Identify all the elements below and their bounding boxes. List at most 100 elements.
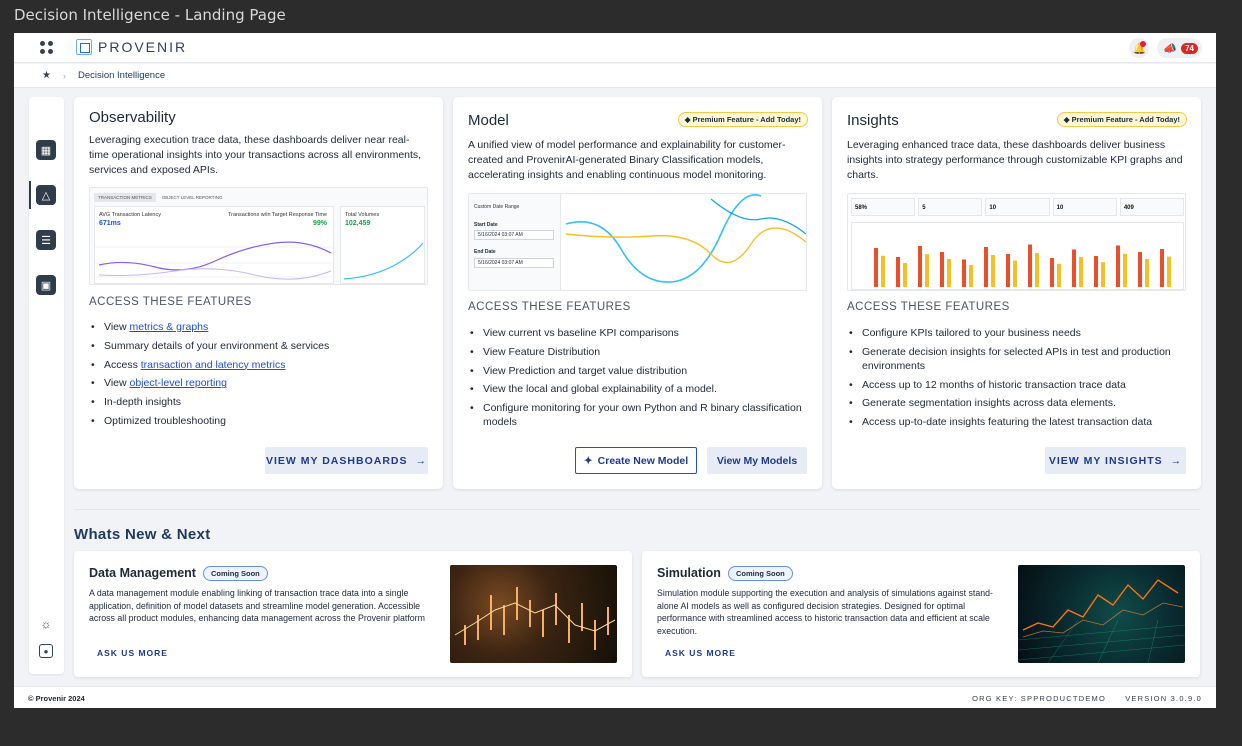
notifications-button[interactable]: 🔔 bbox=[1129, 38, 1150, 58]
metrics-graphs-link[interactable]: metrics & graphs bbox=[130, 321, 209, 333]
preview-panel-right: Total Volumes 102,459 bbox=[340, 206, 425, 284]
preview-bar bbox=[991, 255, 995, 287]
provenir-logo[interactable]: PROVENIR bbox=[76, 39, 187, 55]
view-models-button[interactable]: View My Models bbox=[707, 447, 807, 474]
object-level-reporting-link[interactable]: object-level reporting bbox=[130, 377, 227, 389]
favorite-star-icon[interactable]: ★ bbox=[42, 70, 51, 81]
preview-metric-label: AVG Transaction Latency bbox=[99, 212, 161, 218]
premium-label: Premium Feature - Add Today! bbox=[692, 115, 801, 124]
preview-bar bbox=[1028, 244, 1032, 287]
nav-insights-button[interactable]: ☰ bbox=[36, 230, 56, 250]
preview-bar bbox=[984, 247, 988, 287]
preview-bar bbox=[1160, 249, 1164, 287]
list-item: Configure monitoring for your own Python… bbox=[468, 401, 802, 429]
diamond-icon: ◆ bbox=[1063, 115, 1072, 124]
preview-panel-left: AVG Transaction Latency 671ms Transactio… bbox=[94, 206, 335, 284]
observability-preview: TRANSACTION METRICS OBJECT LEVEL REPORTI… bbox=[89, 187, 428, 285]
preview-kpi-tile: 409 bbox=[1119, 198, 1185, 216]
preview-bar bbox=[881, 255, 885, 287]
app-launcher-icon[interactable] bbox=[40, 41, 54, 55]
arrow-right-icon: → bbox=[1170, 454, 1183, 467]
card-description: Leveraging enhanced trace data, these da… bbox=[847, 139, 1183, 181]
premium-feature-badge[interactable]: ◆ Premium Feature - Add Today! bbox=[677, 112, 808, 127]
view-dashboards-button[interactable]: VIEW MY DASHBOARDS → bbox=[265, 447, 428, 474]
button-label: Create New Model bbox=[597, 454, 689, 467]
model-card: Model ◆ Premium Feature - Add Today! A u… bbox=[453, 97, 822, 489]
preview-bar bbox=[1094, 256, 1098, 287]
card-title: Observability bbox=[89, 109, 176, 126]
announcements-button[interactable]: 📣 74 bbox=[1157, 38, 1202, 58]
sun-icon: ☼ bbox=[40, 617, 52, 631]
preview-tab: TRANSACTION METRICS bbox=[94, 193, 156, 202]
premium-feature-badge[interactable]: ◆ Premium Feature - Add Today! bbox=[1056, 112, 1187, 127]
chevron-right-icon: › bbox=[62, 70, 66, 81]
preview-bar bbox=[918, 246, 922, 287]
observability-card: Observability Leveraging execution trace… bbox=[74, 97, 443, 489]
preview-kpi-row: 58% 5 10 10 409 bbox=[851, 198, 1185, 216]
preview-bar bbox=[969, 265, 973, 287]
sparkle-icon: ✦ bbox=[583, 454, 593, 467]
news-title: Data Management bbox=[89, 566, 196, 580]
premium-label: Premium Feature - Add Today! bbox=[1071, 115, 1180, 124]
list-item: View Feature Distribution bbox=[468, 345, 802, 359]
notification-count-badge: 74 bbox=[1181, 42, 1198, 54]
insights-preview: 58% 5 10 10 409 bbox=[847, 193, 1186, 291]
window-title: Decision Intelligence - Landing Page bbox=[14, 6, 286, 24]
preview-volume-chart bbox=[343, 242, 424, 280]
coming-soon-badge: Coming Soon bbox=[203, 566, 268, 581]
news-description: A data management module enabling linkin… bbox=[89, 588, 425, 623]
nav-observability-button[interactable]: ▦ bbox=[36, 140, 56, 160]
whats-new-heading: Whats New & Next bbox=[74, 526, 211, 543]
theme-toggle-button[interactable]: ☼ bbox=[39, 617, 53, 631]
preview-kpi-tile: 10 bbox=[985, 198, 1050, 216]
org-key: ORG KEY: SPPRODUCTDEMO bbox=[972, 694, 1106, 703]
preview-bar bbox=[903, 263, 907, 287]
news-title: Simulation bbox=[657, 566, 721, 580]
preview-bar bbox=[1006, 254, 1010, 287]
preview-bar bbox=[940, 252, 944, 287]
model-preview: Custom Date Range Start Date 5/16/2024 0… bbox=[468, 193, 807, 291]
briefcase-icon: ▣ bbox=[40, 279, 52, 292]
access-features-label: ACCESS THESE FEATURES bbox=[847, 301, 1010, 313]
list-item: Generate decision insights for selected … bbox=[847, 345, 1181, 373]
preview-bar bbox=[1101, 262, 1105, 287]
list-item: View Prediction and target value distrib… bbox=[468, 364, 802, 378]
list-item: View object-level reporting bbox=[89, 376, 423, 390]
transaction-latency-link[interactable]: transaction and latency metrics bbox=[141, 359, 286, 371]
preview-bar bbox=[1013, 260, 1017, 287]
preview-bar bbox=[1167, 256, 1171, 287]
coming-soon-badge: Coming Soon bbox=[728, 566, 793, 581]
nav-model-button[interactable]: △ bbox=[36, 185, 56, 205]
preview-metric-value: 102,459 bbox=[345, 220, 371, 227]
arrow-right-icon: → bbox=[415, 454, 427, 467]
preview-end-label: End Date bbox=[474, 249, 496, 255]
view-insights-button[interactable]: VIEW MY INSIGHTS → bbox=[1045, 447, 1186, 474]
access-features-label: ACCESS THESE FEATURES bbox=[89, 296, 252, 308]
create-new-model-button[interactable]: ✦ Create New Model bbox=[575, 447, 697, 474]
button-label: View My Models bbox=[716, 454, 798, 467]
list-item: View the local and global explainability… bbox=[468, 382, 802, 396]
section-divider bbox=[74, 509, 1200, 510]
version: VERSION 3.0.9.0 bbox=[1125, 694, 1202, 703]
preview-bar bbox=[925, 254, 929, 287]
list-item: View metrics & graphs bbox=[89, 320, 423, 334]
preview-tab: OBJECT LEVEL REPORTING bbox=[161, 195, 223, 200]
list-item: Generate segmentation insights across da… bbox=[847, 396, 1181, 410]
button-label: VIEW MY INSIGHTS bbox=[1048, 454, 1163, 467]
nav-briefcase-button[interactable]: ▣ bbox=[36, 275, 56, 295]
breadcrumb-item[interactable]: Decision Intelligence bbox=[78, 70, 165, 81]
preview-bar bbox=[874, 248, 878, 287]
simulation-card: Simulation Coming Soon Simulation module… bbox=[642, 551, 1200, 677]
card-title: Model bbox=[468, 112, 509, 129]
profile-button[interactable]: ● bbox=[39, 644, 53, 658]
list-item: In-depth insights bbox=[89, 395, 423, 409]
preview-bar-panel bbox=[851, 222, 1184, 290]
feature-text: Access bbox=[104, 358, 141, 371]
left-nav-rail: ▦ △ ☰ ▣ ☼ ● bbox=[29, 97, 64, 674]
logo-text: PROVENIR bbox=[98, 39, 188, 55]
ask-us-more-button[interactable]: ASK US MORE bbox=[97, 648, 168, 658]
preview-kpi-tile: 5 bbox=[918, 198, 983, 216]
diamond-icon: ◆ bbox=[684, 115, 693, 124]
ask-us-more-button[interactable]: ASK US MORE bbox=[665, 648, 736, 658]
list-item: Configure KPIs tailored to your business… bbox=[847, 326, 1181, 340]
